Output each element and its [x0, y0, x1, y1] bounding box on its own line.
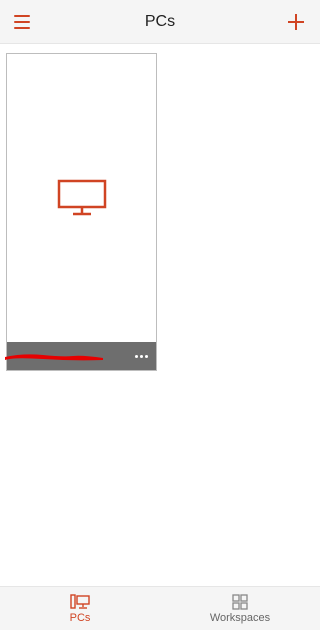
- redaction-mark: [5, 354, 103, 361]
- tab-pcs-label: PCs: [69, 612, 91, 624]
- bottom-navigation: PCs Workspaces: [0, 586, 320, 630]
- add-pc-button[interactable]: [282, 8, 310, 36]
- pc-thumbnail[interactable]: [7, 54, 156, 342]
- pc-tile[interactable]: [5, 53, 157, 371]
- pcs-icon: [70, 594, 90, 609]
- plus-icon-vertical: [295, 14, 297, 30]
- tab-workspaces[interactable]: Workspaces: [160, 587, 320, 630]
- more-options-icon-dot: [144, 354, 148, 358]
- more-options-icon: [134, 354, 138, 358]
- page-title: PCs: [144, 13, 176, 30]
- workspaces-icon: [232, 594, 248, 610]
- pc-tile-footer: [5, 342, 156, 370]
- monitor-icon: [57, 179, 106, 216]
- tab-workspaces-label: Workspaces: [209, 612, 271, 624]
- tab-pcs[interactable]: PCs: [0, 587, 160, 630]
- more-options-button[interactable]: [132, 348, 150, 364]
- more-options-icon-dot: [139, 354, 143, 358]
- app-bar: PCs: [0, 0, 320, 44]
